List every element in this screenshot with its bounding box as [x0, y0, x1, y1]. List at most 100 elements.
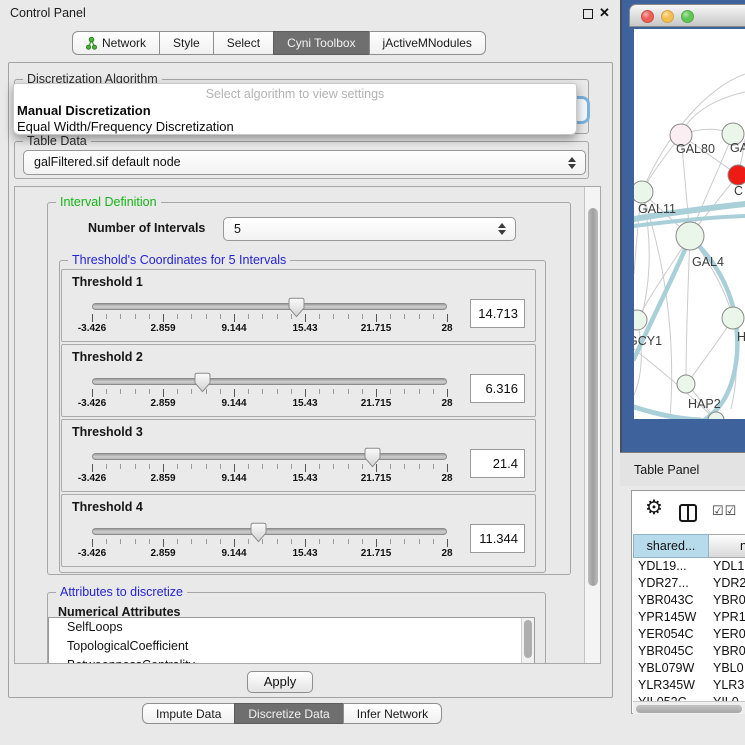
- slider-tick: [433, 314, 434, 319]
- network-node-hap2[interactable]: [677, 375, 695, 393]
- slider-tick: [433, 389, 434, 394]
- column-header-shared-name[interactable]: shared...: [633, 534, 709, 558]
- slider-tick: [376, 314, 377, 322]
- table-row[interactable]: YER054CYER0: [633, 626, 745, 643]
- gear-icon[interactable]: ⚙: [645, 498, 663, 518]
- threshold-3-slider-thumb[interactable]: [364, 447, 381, 468]
- attribute-item-betweennesscentrality[interactable]: BetweennessCentrality: [49, 656, 534, 664]
- table-row[interactable]: YBR045CYBR0: [633, 643, 745, 660]
- threshold-3-value-field[interactable]: 21.4: [470, 449, 525, 478]
- network-node-red-node[interactable]: [728, 165, 745, 185]
- network-canvas[interactable]: GAL80GACGAL11GAL4GCY1HHAP2: [634, 29, 745, 419]
- threshold-2-slider-thumb[interactable]: [194, 372, 211, 393]
- slider-tick-label: 9.144: [209, 398, 259, 409]
- table-row[interactable]: YPR145WYPR1: [633, 609, 745, 626]
- slider-tick: [433, 539, 434, 544]
- table-row[interactable]: YBL079WYBL0: [633, 660, 745, 677]
- network-node-gal4[interactable]: [676, 222, 704, 250]
- threshold-4-value-field[interactable]: 11.344: [470, 524, 525, 553]
- slider-tick: [248, 314, 249, 319]
- slider-tick: [333, 314, 334, 319]
- slider-tick: [135, 389, 136, 394]
- cell-name: YBL0: [710, 660, 745, 677]
- slider-tick: [319, 464, 320, 469]
- settings-scrollbar-thumb[interactable]: [588, 208, 598, 586]
- cell-shared-name: YBR043C: [633, 592, 710, 609]
- number-of-intervals-spinner[interactable]: 5: [223, 217, 516, 241]
- close-icon[interactable]: ✕: [599, 5, 610, 21]
- slider-tick: [305, 464, 306, 472]
- threshold-4-slider-thumb[interactable]: [250, 522, 267, 543]
- table-horizontal-scrollbar[interactable]: [633, 701, 745, 714]
- table-hscrollbar-thumb[interactable]: [636, 705, 742, 713]
- tab-jactivemnodules[interactable]: jActiveMNodules: [369, 31, 486, 55]
- slider-tick-label: 21.715: [351, 473, 401, 484]
- traffic-light-zoom-icon[interactable]: [681, 10, 694, 23]
- table-data-combobox[interactable]: galFiltered.sif default node: [23, 150, 586, 175]
- slider-tick-label: 2.859: [138, 548, 188, 559]
- table-row[interactable]: YIL052CYIL0: [633, 694, 745, 701]
- float-window-icon[interactable]: [583, 9, 593, 19]
- slider-tick: [348, 464, 349, 469]
- attribute-item-selfloops[interactable]: SelfLoops: [49, 618, 534, 637]
- slider-tick: [390, 389, 391, 394]
- attribute-item-topologicalcoefficient[interactable]: TopologicalCoefficient: [49, 637, 534, 656]
- slider-tick: [120, 464, 121, 469]
- threshold-1-value-field[interactable]: 14.713: [470, 299, 525, 328]
- network-node-gcy1[interactable]: [634, 310, 647, 330]
- tab-cyni-toolbox[interactable]: Cyni Toolbox: [273, 31, 369, 55]
- traffic-light-minimize-icon[interactable]: [661, 10, 674, 23]
- slider-tick-label: -3.426: [67, 323, 117, 334]
- threshold-1-slider-thumb[interactable]: [288, 297, 305, 318]
- slider-tick: [234, 314, 235, 322]
- table-row[interactable]: YLR345WYLR3: [633, 677, 745, 694]
- algorithm-popup-placeholder: Select algorithm to view settings: [14, 87, 576, 101]
- tab-select[interactable]: Select: [213, 31, 274, 55]
- threshold-4-slider-track[interactable]: [92, 528, 447, 535]
- network-node-gal11[interactable]: [634, 181, 653, 203]
- slider-tick: [92, 389, 93, 397]
- bottom-tab-infer-network[interactable]: Infer Network: [343, 703, 442, 724]
- split-columns-icon[interactable]: [679, 504, 697, 522]
- settings-vertical-scrollbar[interactable]: [584, 187, 600, 663]
- threshold-1-label: Threshold 1: [72, 275, 143, 289]
- column-header-name[interactable]: n: [709, 534, 745, 558]
- attributes-list-scrollbar[interactable]: [521, 618, 534, 664]
- checkbox-icons[interactable]: ☑☑: [712, 503, 737, 519]
- slider-tick-label: -3.426: [67, 473, 117, 484]
- slider-tick-label: 2.859: [138, 323, 188, 334]
- traffic-light-close-icon[interactable]: [641, 10, 654, 23]
- slider-tick-label: 15.43: [280, 548, 330, 559]
- attributes-list-scrollbar-thumb[interactable]: [524, 620, 532, 658]
- slider-tick: [106, 539, 107, 544]
- apply-button[interactable]: Apply: [247, 671, 313, 693]
- numerical-attributes-list: SelfLoopsTopologicalCoefficientBetweenne…: [48, 617, 535, 664]
- bottom-tab-impute-data[interactable]: Impute Data: [142, 703, 235, 724]
- algorithm-option-equal-width-frequency-discretization[interactable]: Equal Width/Frequency Discretization: [17, 119, 234, 134]
- slider-tick: [262, 389, 263, 394]
- network-window-titlebar[interactable]: [629, 4, 745, 27]
- combo-updown-icon[interactable]: [568, 157, 576, 169]
- cell-shared-name: YER054C: [633, 626, 710, 643]
- bottom-tab-discretize-data[interactable]: Discretize Data: [234, 703, 343, 724]
- slider-tick: [348, 314, 349, 319]
- tab-style[interactable]: Style: [159, 31, 214, 55]
- network-graph: GAL80GACGAL11GAL4GCY1HHAP2: [634, 29, 745, 419]
- table-row[interactable]: YDR27...YDR2: [633, 575, 745, 592]
- slider-tick: [419, 464, 420, 469]
- screen: Control Panel ✕ NetworkStyleSelectCyni T…: [0, 0, 745, 745]
- slider-tick: [120, 389, 121, 394]
- network-node-label-top-right: GA: [730, 141, 745, 155]
- algorithm-option-manual-discretization[interactable]: Manual Discretization: [17, 103, 151, 118]
- tab-network[interactable]: Network: [72, 31, 160, 55]
- table-row[interactable]: YDL19...YDL1: [633, 558, 745, 575]
- threshold-3-slider-track[interactable]: [92, 453, 447, 460]
- threshold-2-value-field[interactable]: 6.316: [470, 374, 525, 403]
- threshold-2-slider-track[interactable]: [92, 378, 447, 385]
- slider-tick: [206, 464, 207, 469]
- network-node-mid-right[interactable]: [722, 307, 744, 329]
- spinner-updown-icon[interactable]: [498, 223, 506, 235]
- slider-tick: [106, 464, 107, 469]
- threshold-1-slider-track[interactable]: [92, 303, 447, 310]
- table-row[interactable]: YBR043CYBR0: [633, 592, 745, 609]
